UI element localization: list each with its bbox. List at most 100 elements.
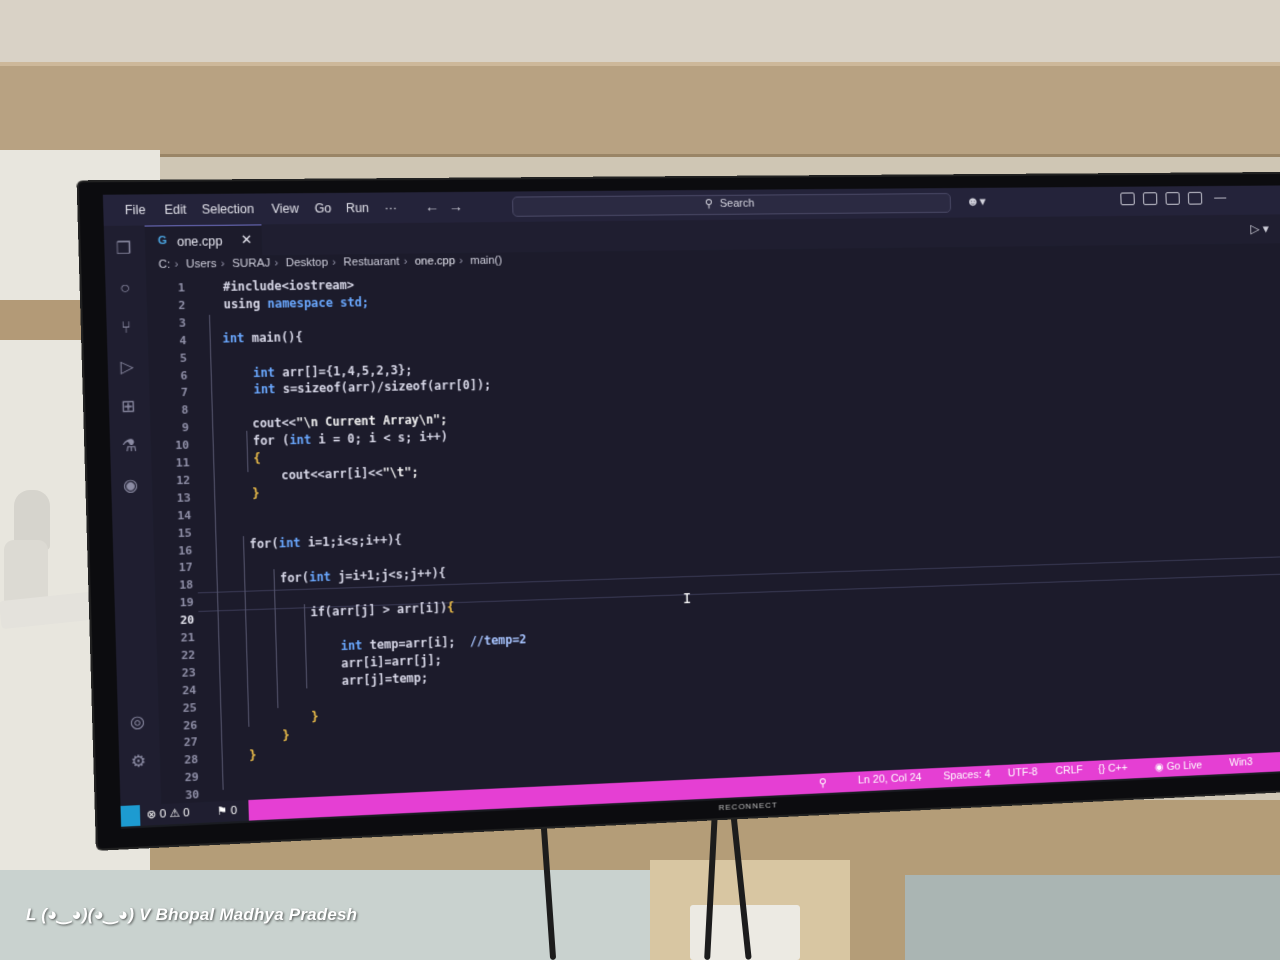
nav-forward-icon[interactable]: → — [448, 198, 463, 214]
breadcrumb-drive[interactable]: C: — [158, 258, 170, 271]
menu-run[interactable]: Run — [346, 201, 369, 216]
breadcrumb-restuarant[interactable]: Restuarant — [343, 256, 399, 269]
line-number: 28 — [184, 753, 199, 768]
close-icon[interactable]: ✕ — [241, 232, 253, 249]
testing-icon[interactable]: ⚗ — [120, 437, 140, 456]
chevron-right-icon: › — [220, 257, 225, 271]
code-line-12: cout<<arr[i]<<"\t"; — [281, 464, 419, 483]
settings-gear-icon[interactable]: ⚙ — [129, 753, 149, 773]
remote-explorer-icon[interactable]: ◉ — [121, 477, 141, 496]
line-number: 6 — [180, 368, 188, 383]
extensions-icon[interactable]: ⊞ — [118, 398, 138, 417]
line-number: 24 — [182, 683, 197, 698]
indentation[interactable]: Spaces: 4 — [943, 768, 990, 782]
chevron-right-icon: › — [174, 258, 179, 271]
zoom-icon[interactable]: ⚲ — [819, 776, 827, 789]
chevron-up-icon[interactable]: ⌃ — [1150, 784, 1160, 798]
windows-start-icon[interactable] — [449, 816, 469, 829]
onedrive-cloud-icon[interactable]: ☁ — [1172, 783, 1184, 797]
code-line-6: int arr[]={1,4,5,2,3}; — [252, 362, 413, 381]
breadcrumb-desktop[interactable]: Desktop — [286, 257, 329, 270]
ceiling — [0, 0, 1280, 70]
code-editor[interactable]: 1 2 3 4 5 6 7 8 9 10 11 12 13 14 15 16 17 18 19 20 21 22 23 24 2… — [146, 264, 1280, 806]
line-number: 11 — [175, 455, 191, 470]
toggle-sidebar-icon[interactable] — [1120, 192, 1135, 206]
line-number: 14 — [177, 508, 192, 523]
menu-view[interactable]: View — [271, 201, 299, 216]
breadcrumb: C: › Users › SURAJ › Desktop › Restuarant › o… — [158, 254, 506, 277]
toggle-panel-icon[interactable] — [1142, 192, 1158, 206]
line-number: 1 — [177, 281, 185, 295]
search-icon: ⚲ — [704, 197, 714, 211]
line-number: 3 — [178, 316, 186, 330]
source-control-icon[interactable]: ⑂ — [116, 319, 136, 338]
code-line-24: arr[j]=temp; — [341, 670, 429, 689]
cursor-position[interactable]: Ln 20, Col 24 — [858, 772, 922, 787]
run-file-icon[interactable]: ▷ ▾ — [1250, 221, 1269, 237]
search-icon[interactable]: ○ — [115, 280, 135, 299]
indent-guide — [208, 314, 224, 790]
line-number: 22 — [181, 648, 196, 663]
menu-selection[interactable]: Selection — [202, 202, 255, 217]
remote-indicator-icon[interactable] — [120, 805, 141, 827]
code-line-23: arr[i]=arr[j]; — [340, 652, 442, 671]
language-code: ENG — [1199, 776, 1221, 788]
breadcrumb-symbol[interactable]: main() — [470, 255, 502, 268]
run-debug-icon[interactable]: ▷ — [117, 359, 137, 378]
breadcrumb-users[interactable]: Users — [186, 258, 217, 271]
line-number: 15 — [177, 525, 193, 540]
go-live-button[interactable]: ◉ Go Live — [1154, 759, 1203, 774]
photo-watermark: L (◕‿◕)(◕‿◕) V Bhopal Madhya Pradesh — [26, 905, 358, 924]
line-number: 17 — [178, 560, 194, 575]
breadcrumb-file[interactable]: one.cpp — [415, 255, 456, 268]
wooden-beam — [0, 62, 1280, 157]
code-line-11: { — [253, 451, 261, 466]
code-line-4: int main(){ — [222, 329, 303, 346]
copilot-icon[interactable]: ☻▾ — [966, 194, 986, 210]
code-line-22: int temp=arr[i]; //temp=2 — [340, 632, 527, 654]
line-endings[interactable]: CRLF — [1055, 764, 1083, 777]
menu-go[interactable]: Go — [314, 201, 331, 216]
monitor: RECONNECT File Edit Selection View Go Ru… — [78, 173, 1280, 849]
line-number: 26 — [183, 718, 198, 733]
command-center-search[interactable]: ⚲ Search — [511, 192, 952, 217]
line-number: 2 — [178, 298, 186, 313]
menu-file[interactable]: File — [125, 203, 146, 218]
search-label: Search — [719, 197, 755, 210]
cpp-file-icon: G — [157, 234, 168, 248]
chevron-right-icon: › — [332, 256, 337, 269]
text-cursor-icon: I — [682, 591, 692, 608]
nav-back-icon[interactable]: ← — [425, 198, 440, 214]
breadcrumb-suraj[interactable]: SURAJ — [232, 257, 270, 270]
code-line-16: for(int i=1;i<s;i++){ — [249, 532, 402, 552]
code-line-9: cout<<"\n Current Array\n"; — [252, 411, 448, 431]
input-language-indicator[interactable]: ENG IN — [1200, 776, 1221, 798]
minimize-icon[interactable]: — — [1214, 190, 1226, 205]
line-number: 7 — [180, 386, 189, 400]
tab-one-cpp[interactable]: G one.cpp ✕ — [144, 224, 263, 258]
customize-layout-icon[interactable] — [1187, 191, 1203, 205]
indent-guide — [242, 536, 250, 727]
region-code: IN — [1205, 787, 1216, 799]
explorer-icon[interactable]: ❐ — [114, 240, 134, 259]
broadcast-icon: ◉ — [1154, 761, 1167, 774]
language-mode[interactable]: {} C++ — [1098, 762, 1128, 775]
line-number: 4 — [179, 333, 187, 348]
chevron-right-icon: › — [459, 254, 464, 268]
ports-indicator[interactable]: ⚑ 0 — [217, 804, 238, 818]
line-number: 18 — [179, 578, 194, 593]
line-number: 5 — [179, 351, 188, 365]
line-number: 13 — [176, 490, 192, 505]
status-overflow-item[interactable]: Win3 — [1229, 756, 1253, 769]
code-line-2: using namespace std; — [223, 294, 370, 312]
encoding[interactable]: UTF-8 — [1008, 766, 1038, 779]
network-icon[interactable]: ◍ — [1237, 780, 1247, 794]
menu-more[interactable]: ··· — [384, 201, 397, 215]
problems-indicator[interactable]: ⊗ 0 ⚠ 0 — [146, 806, 190, 821]
line-number: 25 — [182, 700, 198, 715]
toggle-secondary-sidebar-icon[interactable] — [1165, 192, 1180, 205]
line-number: 21 — [180, 630, 196, 645]
menu-edit[interactable]: Edit — [164, 202, 186, 217]
accounts-icon[interactable]: ◎ — [128, 713, 148, 732]
line-number: 9 — [181, 420, 190, 435]
